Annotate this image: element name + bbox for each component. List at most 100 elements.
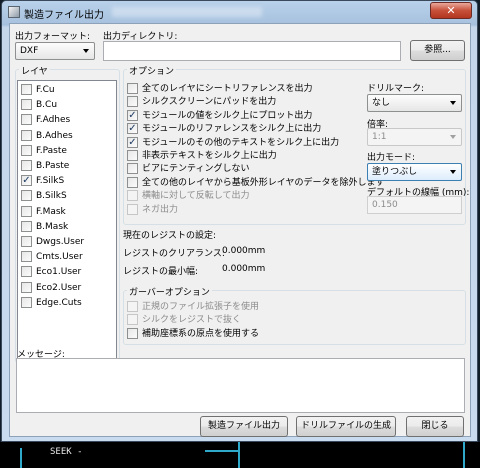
close-icon: ✕	[446, 4, 456, 17]
gerber-option-label: 正規のファイル拡張子を使用	[142, 302, 260, 312]
option[interactable]: 非表示テキストをシルク上に出力	[127, 150, 277, 163]
layer-item[interactable]: F.Cu	[21, 84, 55, 97]
format-select[interactable]: DXF	[15, 42, 95, 60]
layer-checkbox[interactable]	[21, 205, 32, 217]
layer-checkbox[interactable]	[21, 281, 32, 293]
drill-mark-value: なし	[372, 98, 391, 108]
option-label: ネガ出力	[142, 204, 179, 215]
option-checkbox[interactable]	[127, 163, 138, 175]
window-close-button[interactable]: ✕	[430, 2, 472, 19]
layer-item[interactable]: Edge.Cuts	[21, 296, 82, 310]
layer-item[interactable]: B.SilkS	[21, 190, 67, 203]
layer-label: B.Cu	[36, 100, 58, 111]
option-label: 非表示テキストをシルク上に出力	[142, 151, 277, 161]
gerber-option[interactable]: 補助座標系の原点を使用する	[127, 327, 259, 341]
output-mode-value: 塗りつぶし	[372, 167, 418, 177]
scale-select[interactable]: 1:1	[367, 128, 462, 146]
layer-checkbox[interactable]: ✓	[21, 175, 32, 187]
option[interactable]: ✓ モジュールのその他のテキストをシルク上に出力	[127, 136, 339, 150]
layer-item[interactable]: Cmts.User	[21, 251, 83, 264]
browse-button[interactable]: 参照...	[410, 40, 465, 61]
option-checkbox[interactable]	[127, 96, 138, 108]
option: 横軸に対して反転して出力	[127, 190, 249, 203]
background-track	[205, 450, 239, 452]
option[interactable]: ✓ モジュールのリファレンスをシルク上に出力	[127, 123, 321, 136]
layer-label: Dwgs.User	[36, 237, 85, 247]
option-checkbox[interactable]: ✓	[127, 109, 138, 121]
messages-box[interactable]	[16, 358, 465, 413]
layer-item[interactable]: B.Cu	[21, 99, 57, 112]
layer-label: Eco1.User	[36, 267, 82, 278]
layer-label: B.Paste	[36, 161, 70, 171]
option-label: 全ての他のレイヤから基板外形レイヤのデータを除外します	[142, 177, 385, 188]
option-checkbox[interactable]	[127, 150, 138, 161]
drill-mark-select[interactable]: なし	[367, 94, 462, 112]
option[interactable]: 全てのレイヤにシートリファレンスを出力	[127, 83, 313, 96]
option[interactable]: 全ての他のレイヤから基板外形レイヤのデータを除外します	[127, 176, 385, 190]
option-checkbox[interactable]	[127, 83, 138, 94]
layer-label: F.Paste	[36, 145, 67, 156]
gerber-option: シルクをレジストで抜く	[127, 314, 241, 327]
layer-checkbox[interactable]	[21, 99, 32, 111]
layer-checkbox[interactable]	[21, 144, 32, 156]
layer-label: F.Mask	[36, 206, 66, 217]
line-width-input[interactable]: 0.150	[367, 196, 462, 214]
scale-value: 1:1	[372, 132, 387, 142]
layer-item[interactable]: B.Mask	[21, 220, 68, 234]
layer-label: Cmts.User	[36, 252, 83, 263]
layer-item[interactable]: B.Paste	[21, 160, 69, 173]
option-checkbox[interactable]: ✓	[127, 136, 138, 148]
layer-label: B.SilkS	[36, 191, 67, 202]
options-group-title: オプション	[127, 64, 177, 77]
layer-label: Edge.Cuts	[36, 297, 82, 308]
option-label: 全てのレイヤにシートリファレンスを出力	[142, 84, 313, 94]
layers-group-title: レイヤ	[19, 64, 50, 77]
plot-dialog: 製造ファイル出力 ✕ 出力フォーマット: DXF 出力ディレクトリ: 参照...…	[1, 0, 478, 442]
option-checkbox	[127, 203, 138, 215]
title-bar[interactable]: 製造ファイル出力 ✕	[2, 1, 477, 23]
layer-item[interactable]: B.Adhes	[21, 129, 73, 143]
resist-clearance-value: 0.000mm	[222, 246, 266, 256]
option-label: ビアにテンティングしない	[142, 164, 250, 175]
directory-input[interactable]	[103, 41, 401, 61]
background-track	[463, 442, 465, 468]
resist-clearance-label: レジストのクリアランス:	[123, 249, 225, 259]
layer-item[interactable]: Eco2.User	[21, 281, 81, 295]
layer-checkbox[interactable]	[21, 236, 32, 247]
layer-checkbox[interactable]	[21, 129, 32, 141]
option[interactable]: ビアにテンティングしない	[127, 163, 249, 176]
option-checkbox[interactable]	[127, 176, 138, 188]
layer-item[interactable]: Dwgs.User	[21, 236, 84, 249]
layer-item[interactable]: F.Paste	[21, 144, 67, 158]
layer-item[interactable]: Eco1.User	[21, 266, 81, 279]
plot-button[interactable]: 製造ファイル出力	[200, 416, 288, 437]
layer-item[interactable]: F.Mask	[21, 205, 66, 219]
option-checkbox[interactable]: ✓	[127, 123, 138, 135]
gerber-option-checkbox[interactable]	[127, 327, 138, 339]
layer-checkbox[interactable]	[21, 190, 32, 202]
layer-item[interactable]: ✓ F.SilkS	[21, 175, 64, 188]
chevron-down-icon	[450, 135, 456, 139]
layer-checkbox[interactable]	[21, 114, 32, 126]
layer-checkbox[interactable]	[21, 84, 32, 95]
dialog-body: 出力フォーマット: DXF 出力ディレクトリ: 参照... レイヤ F.Cu B.…	[9, 23, 471, 437]
layer-label: F.Adhes	[36, 115, 71, 126]
layer-checkbox[interactable]	[21, 160, 32, 171]
option-label: モジュールのリファレンスをシルク上に出力	[142, 124, 322, 135]
resist-min-width-value: 0.000mm	[222, 264, 266, 274]
layer-list: F.Cu B.Cu F.Adhes B.Adhes F.Paste B.Paste ✓ F.S…	[17, 80, 117, 360]
layer-label: F.Cu	[36, 85, 55, 95]
drill-mark-label: ドリルマーク:	[367, 84, 425, 94]
layer-checkbox[interactable]	[21, 296, 32, 308]
gerber-group-title: ガーバーオプション	[127, 285, 212, 298]
generate-drill-file-button[interactable]: ドリルファイルの生成	[296, 416, 396, 437]
option[interactable]: シルクスクリーンにパッドを出力	[127, 96, 276, 109]
output-mode-select[interactable]: 塗りつぶし	[367, 163, 462, 181]
layer-checkbox[interactable]	[21, 266, 32, 278]
background-track	[238, 442, 240, 468]
layer-checkbox[interactable]	[21, 220, 32, 232]
layer-item[interactable]: F.Adhes	[21, 114, 70, 127]
option[interactable]: ✓ モジュールの値をシルク上にプロット出力	[127, 109, 312, 123]
layer-checkbox[interactable]	[21, 251, 32, 263]
close-button[interactable]: 閉じる	[406, 416, 464, 437]
